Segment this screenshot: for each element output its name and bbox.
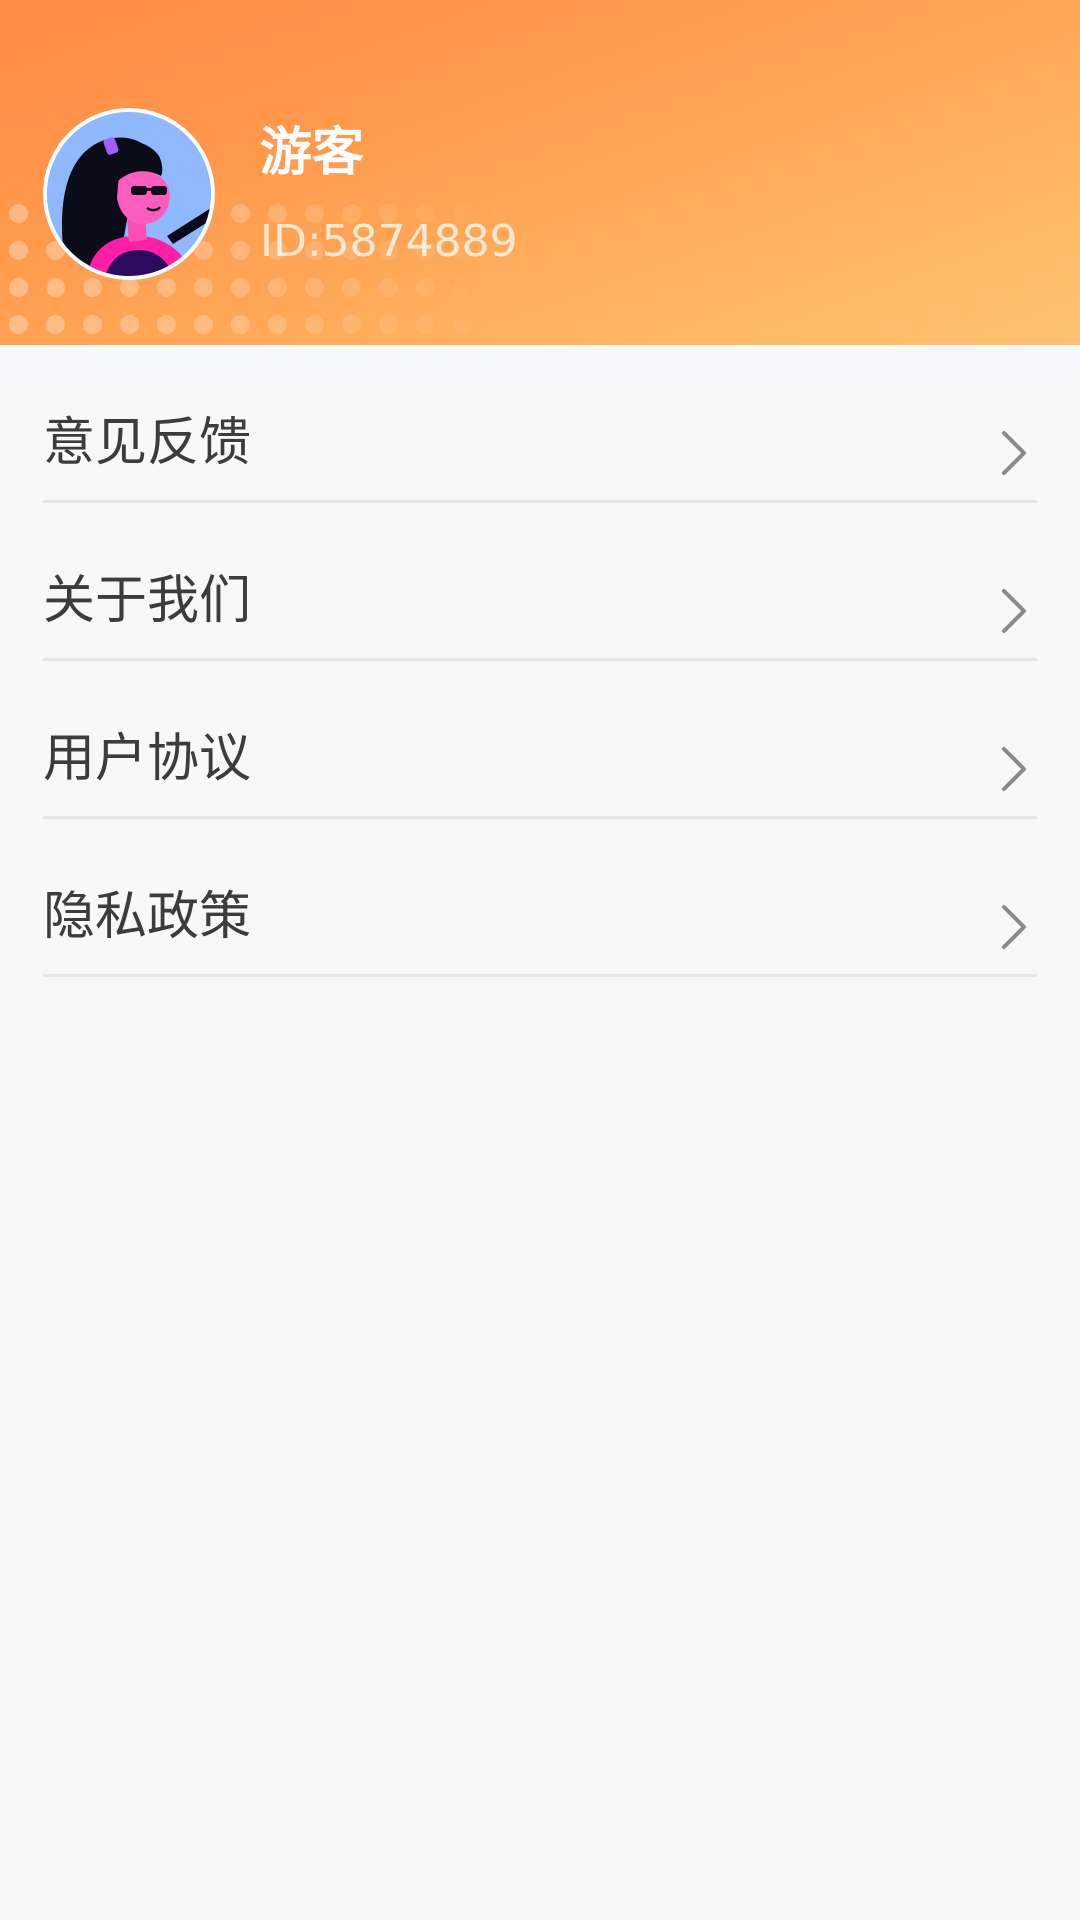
menu-item-label: 关于我们 — [43, 571, 252, 631]
avatar[interactable] — [43, 108, 215, 280]
profile-header: 游客 ID:5874889 — [0, 0, 1080, 345]
chevron-right-icon — [1002, 747, 1026, 791]
settings-menu: 意见反馈 关于我们 用户协议 隐私政策 — [43, 345, 1037, 977]
chevron-right-icon — [1002, 905, 1026, 949]
menu-item-feedback[interactable]: 意见反馈 — [43, 345, 1037, 503]
menu-item-user-agreement[interactable]: 用户协议 — [43, 661, 1037, 819]
menu-item-label: 隐私政策 — [43, 887, 252, 947]
menu-item-label: 用户协议 — [43, 729, 252, 789]
menu-item-privacy-policy[interactable]: 隐私政策 — [43, 819, 1037, 977]
user-id: ID:5874889 — [260, 216, 518, 267]
chevron-right-icon — [1002, 589, 1026, 633]
avatar-illustration — [47, 112, 211, 276]
username: 游客 — [260, 123, 365, 183]
menu-item-label: 意见反馈 — [43, 413, 252, 473]
menu-item-about-us[interactable]: 关于我们 — [43, 503, 1037, 661]
chevron-right-icon — [1002, 431, 1026, 475]
